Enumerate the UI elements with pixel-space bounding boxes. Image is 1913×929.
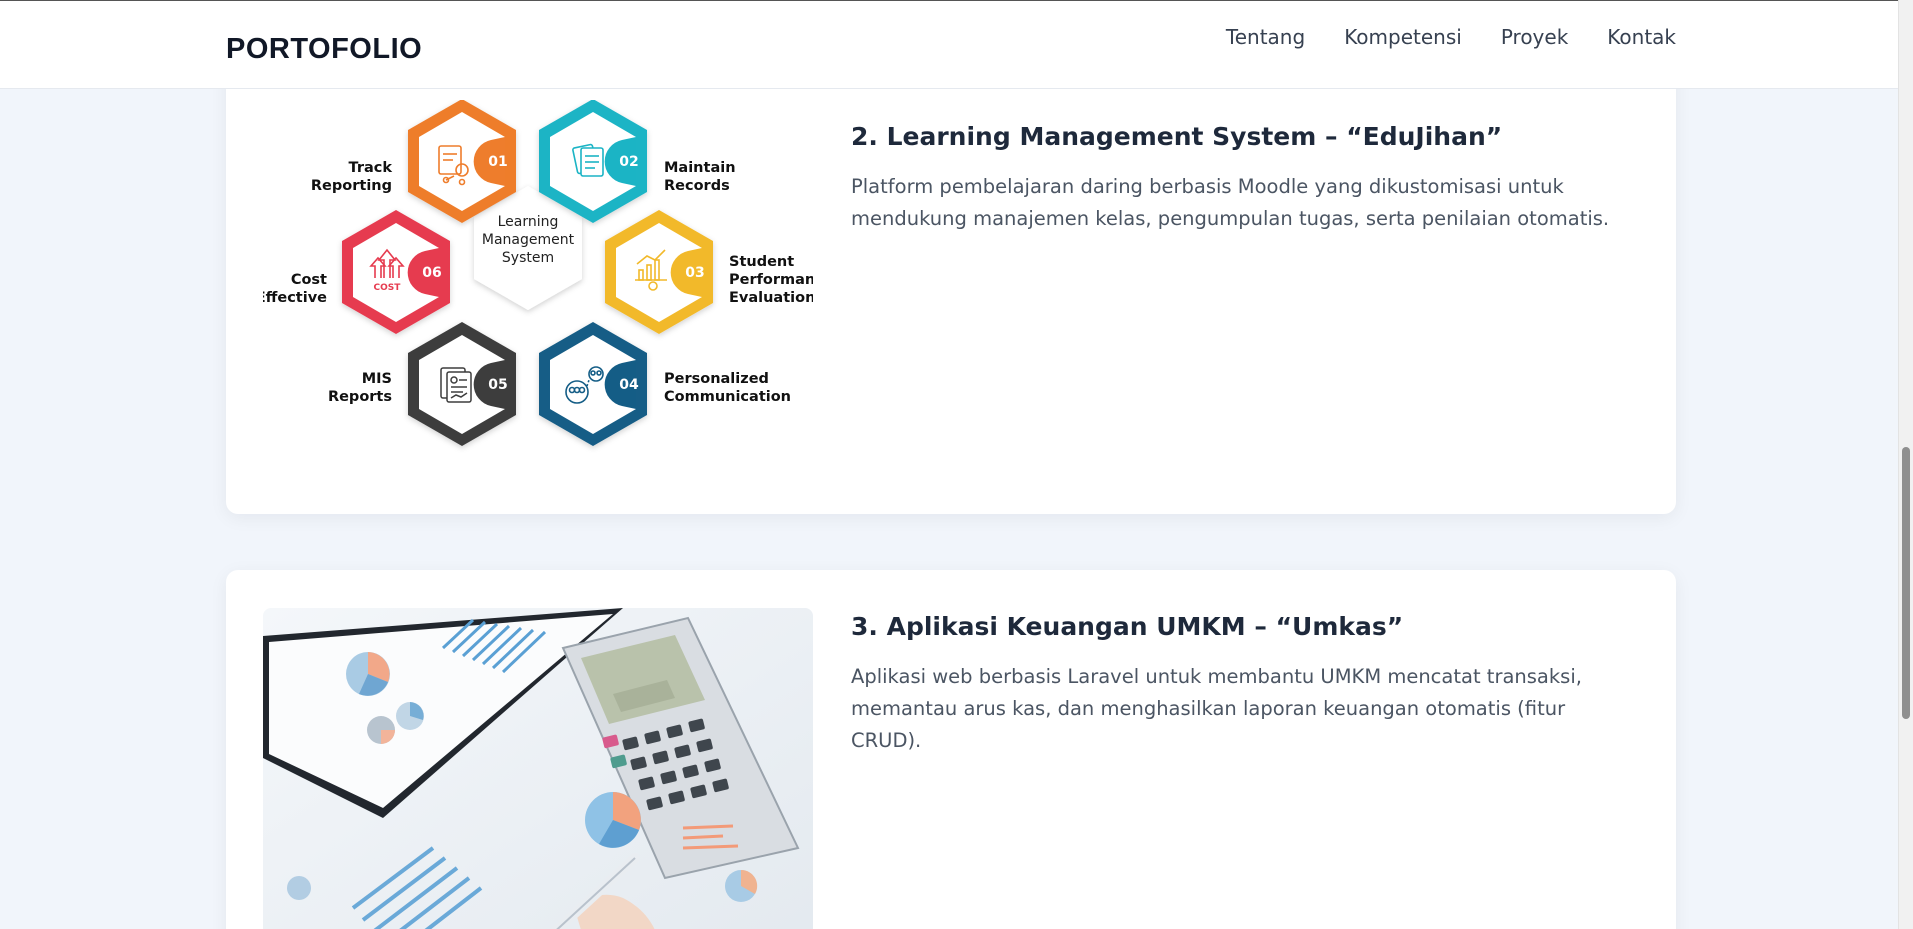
- hex-label-05-line-2: Reports: [328, 389, 392, 405]
- cost-icon-text: COST: [374, 283, 402, 293]
- hex-label-06-line-1: Cost: [291, 272, 327, 288]
- hex-label-01-line-1: Track: [349, 160, 393, 176]
- hex-item-03: 03 Student Performance Evaluation: [605, 210, 834, 334]
- hex-number-06: 06: [422, 265, 441, 281]
- project-title-lms: 2. Learning Management System – “EduJiha…: [851, 122, 1503, 151]
- top-navbar: PORTOFOLIO Tentang Kompetensi Proyek Kon…: [0, 0, 1898, 89]
- hex-label-01-line-2: Reporting: [311, 178, 392, 194]
- nav-link-proyek[interactable]: Proyek: [1501, 25, 1568, 49]
- hex-number-05: 05: [488, 377, 507, 393]
- hex-item-04: 04 Personalized Communication: [539, 322, 791, 446]
- hex-number-01: 01: [488, 154, 507, 170]
- nav-link-kompetensi[interactable]: Kompetensi: [1344, 25, 1462, 49]
- project-description-lms: Platform pembelajaran daring berbasis Mo…: [851, 175, 1610, 230]
- hex-number-03: 03: [685, 265, 704, 281]
- page-scrollbar[interactable]: [1898, 0, 1913, 929]
- project-card-lms: Learning Management System 01 Track Repo…: [226, 60, 1676, 514]
- hex-number-04: 04: [619, 377, 639, 393]
- nav-link-kontak[interactable]: Kontak: [1607, 25, 1676, 49]
- hex-label-04-line-2: Communication: [664, 389, 791, 405]
- hex-label-02-line-2: Records: [664, 178, 730, 194]
- main-nav: Tentang Kompetensi Proyek Kontak: [1226, 25, 1676, 49]
- hex-label-02-line-1: Maintain: [664, 160, 736, 176]
- lms-hexagon-infographic: Learning Management System 01 Track Repo…: [256, 99, 834, 480]
- hex-label-04-line-1: Personalized: [664, 371, 769, 387]
- hex-number-02: 02: [619, 154, 638, 170]
- hex-item-02: 02 Maintain Records: [539, 99, 736, 223]
- center-label-line-2: Management: [482, 232, 575, 248]
- finance-photo-illustration: [263, 608, 813, 929]
- hex-item-05: 05 MIS Reports: [328, 322, 516, 446]
- center-label-line-3: System: [502, 250, 554, 266]
- hex-item-01: 01 Track Reporting: [311, 99, 516, 223]
- hex-item-06: 06 COST Cost Effective: [256, 210, 450, 334]
- hex-label-03-line-1: Student: [729, 254, 794, 270]
- hex-label-03-line-2: Performance: [729, 272, 813, 288]
- scrollbar-thumb[interactable]: [1902, 447, 1910, 719]
- lms-infographic-svg: Learning Management System 01 Track Repo…: [256, 99, 834, 446]
- brand-logo[interactable]: PORTOFOLIO: [226, 33, 422, 66]
- calculator-and-finance-charts-photo: [263, 608, 813, 929]
- project-title-umkas: 3. Aplikasi Keuangan UMKM – “Umkas”: [851, 612, 1404, 641]
- center-label-line-1: Learning: [498, 214, 559, 230]
- hex-label-06-line-2: Effective: [263, 290, 327, 306]
- hex-label-03-line-3: Evaluation: [729, 290, 813, 306]
- nav-link-tentang[interactable]: Tentang: [1226, 25, 1305, 49]
- project-card-umkas: 3. Aplikasi Keuangan UMKM – “Umkas” Apli…: [226, 570, 1676, 929]
- project-description-umkas: Aplikasi web berbasis Laravel untuk memb…: [851, 665, 1582, 752]
- hex-label-05-line-1: MIS: [362, 371, 392, 387]
